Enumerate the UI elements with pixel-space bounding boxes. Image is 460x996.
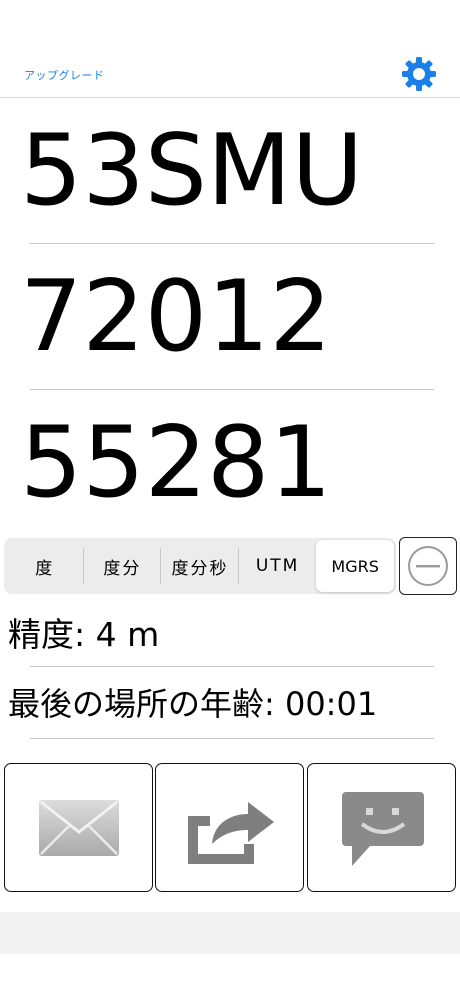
email-button[interactable] xyxy=(4,763,153,892)
minus-circle-icon xyxy=(408,546,448,586)
minus-button[interactable] xyxy=(399,537,457,595)
mgrs-zone-value: 53SMU xyxy=(20,114,364,228)
divider xyxy=(30,738,434,739)
top-bar: アップグレード xyxy=(0,0,460,98)
format-option-utm[interactable]: UTM xyxy=(239,540,317,592)
bottom-banner-area xyxy=(0,912,460,954)
app-screen: アップグレード 53SMU 72012 55281 度 度分 度分秒 UTM M… xyxy=(0,0,460,996)
share-arrow-icon xyxy=(188,802,274,864)
format-option-degrees[interactable]: 度 xyxy=(6,540,84,592)
location-age-text: 最後の場所の年齢: 00:01 xyxy=(8,685,378,723)
divider xyxy=(30,389,434,390)
format-segmented-control: 度 度分 度分秒 UTM MGRS xyxy=(4,538,396,594)
divider xyxy=(30,243,434,244)
mgrs-northing-value: 55281 xyxy=(20,406,332,520)
chat-bubble-icon xyxy=(342,792,424,866)
upgrade-link[interactable]: アップグレード xyxy=(24,67,105,83)
message-button[interactable] xyxy=(307,763,456,892)
format-option-degrees-minutes-seconds[interactable]: 度分秒 xyxy=(161,540,239,592)
envelope-icon xyxy=(39,800,119,856)
accuracy-text: 精度: 4 m xyxy=(8,615,160,654)
gear-icon[interactable] xyxy=(400,55,438,93)
divider xyxy=(30,666,434,667)
share-button[interactable] xyxy=(155,763,304,892)
mgrs-easting-value: 72012 xyxy=(20,260,332,374)
format-option-mgrs[interactable]: MGRS xyxy=(316,540,394,592)
format-option-degrees-minutes[interactable]: 度分 xyxy=(84,540,162,592)
